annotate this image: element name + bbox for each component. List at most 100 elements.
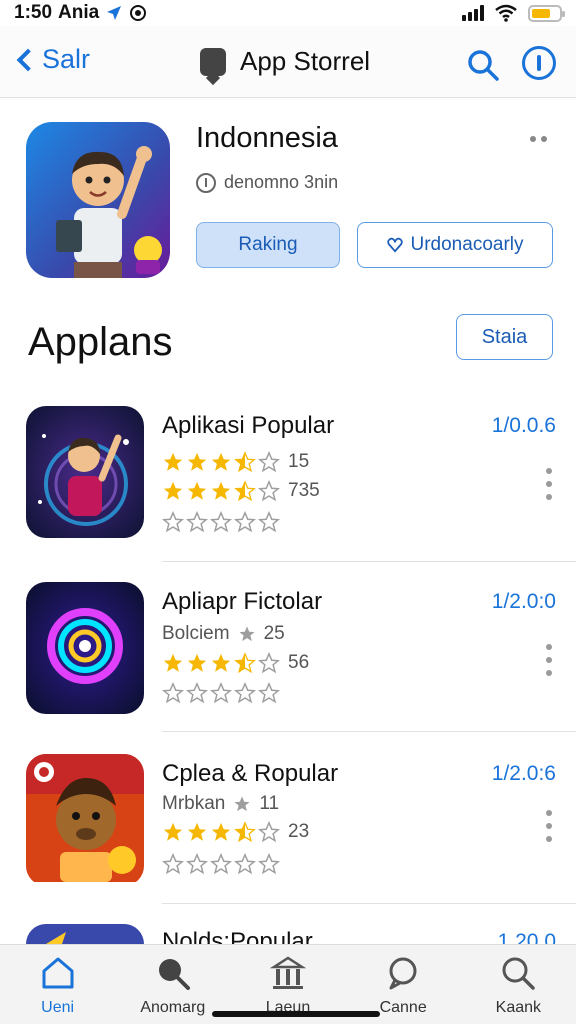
app-name: Aplikasi Popular bbox=[162, 412, 335, 439]
status-bar: 1:50 Ania bbox=[0, 0, 576, 26]
row-label: Mrbkan bbox=[162, 793, 226, 814]
featured-app-title: Indonnesia bbox=[196, 122, 338, 154]
star-icon bbox=[239, 626, 255, 642]
star-icon[interactable] bbox=[234, 511, 256, 533]
secondary-button[interactable]: Urdonacoarly bbox=[357, 222, 553, 268]
app-version: 1/0.0.6 bbox=[491, 414, 556, 437]
battery-icon bbox=[528, 4, 565, 22]
secondary-button-label: Urdonacoarly bbox=[410, 234, 524, 255]
star-icon bbox=[163, 822, 183, 841]
star-icon bbox=[234, 480, 256, 502]
star-rating[interactable] bbox=[162, 682, 280, 704]
home-indicator[interactable] bbox=[212, 1011, 380, 1017]
nav-title: App Storrel bbox=[200, 46, 370, 77]
rating-value: 25 bbox=[263, 623, 285, 644]
search-icon[interactable] bbox=[466, 48, 500, 82]
rating-row[interactable] bbox=[162, 681, 280, 705]
app-name: Apliapr Fictolar bbox=[162, 588, 323, 615]
star-icon[interactable] bbox=[258, 853, 280, 875]
star-icon bbox=[258, 821, 280, 843]
star-icon[interactable] bbox=[186, 511, 208, 533]
star-icon bbox=[163, 653, 183, 672]
star-icon[interactable] bbox=[258, 682, 280, 704]
app-name: Nolds:Popular bbox=[162, 928, 313, 944]
tab-label: Ueni bbox=[41, 999, 75, 1016]
rating-value: 735 bbox=[288, 480, 320, 501]
star-icon bbox=[187, 822, 207, 841]
star-icon bbox=[258, 480, 280, 502]
star-icon[interactable] bbox=[234, 853, 256, 875]
list-item[interactable]: Apliapr Fictolar 1/2.0:0 Bolciem 25 56 bbox=[0, 582, 576, 754]
more-vertical-icon[interactable] bbox=[546, 810, 552, 842]
star-icon bbox=[211, 452, 231, 471]
store-icon bbox=[200, 47, 226, 76]
more-vertical-icon[interactable] bbox=[546, 468, 552, 500]
rating-value: 11 bbox=[259, 793, 280, 814]
featured-subtitle-text: denomno 3nin bbox=[224, 172, 339, 192]
rating-row: Mrbkan 11 bbox=[162, 792, 279, 816]
rating-row: 23 bbox=[162, 820, 309, 844]
app-icon bbox=[26, 754, 144, 886]
star-icon[interactable] bbox=[186, 682, 208, 704]
star-icon bbox=[234, 821, 256, 843]
section-button[interactable]: Staia bbox=[456, 314, 553, 360]
star-rating bbox=[162, 451, 280, 473]
star-icon[interactable] bbox=[162, 682, 184, 704]
chevron-left-icon bbox=[16, 48, 40, 71]
star-icon[interactable] bbox=[162, 511, 184, 533]
section-title: Applans bbox=[28, 320, 173, 364]
star-rating bbox=[162, 652, 280, 674]
signal-icon bbox=[462, 5, 484, 21]
star-rating bbox=[162, 821, 280, 843]
rating-row: Bolciem 25 bbox=[162, 622, 285, 646]
star-icon bbox=[187, 481, 207, 500]
tab-label: Canne bbox=[379, 999, 427, 1016]
nav-title-text: App Storrel bbox=[240, 46, 371, 76]
star-icon bbox=[211, 481, 231, 500]
list-item[interactable]: Cplea & Ropular 1/2.0:6 Mrbkan 11 23 bbox=[0, 754, 576, 926]
more-vertical-icon[interactable] bbox=[546, 644, 552, 676]
search-icon bbox=[502, 957, 536, 990]
tab-home[interactable]: Ueni bbox=[0, 945, 115, 1024]
featured-app-icon[interactable] bbox=[26, 122, 170, 278]
info-icon[interactable] bbox=[522, 46, 556, 80]
star-icon[interactable] bbox=[210, 682, 232, 704]
star-rating[interactable] bbox=[162, 853, 280, 875]
rating-value: 15 bbox=[288, 451, 310, 472]
star-rating[interactable] bbox=[162, 511, 280, 533]
star-icon[interactable] bbox=[210, 853, 232, 875]
divider bbox=[162, 903, 576, 904]
app-version: 1.20.0 bbox=[497, 930, 556, 944]
star-icon bbox=[234, 451, 256, 473]
back-label: Salr bbox=[42, 44, 91, 74]
star-icon[interactable] bbox=[186, 853, 208, 875]
rating-row: 15 bbox=[162, 450, 309, 474]
star-icon[interactable] bbox=[258, 511, 280, 533]
list-item[interactable]: Aplikasi Popular 1/0.0.6 15 735 bbox=[0, 406, 576, 578]
star-icon[interactable] bbox=[234, 682, 256, 704]
divider bbox=[162, 561, 576, 562]
featured-app: Indonnesia denomno 3nin Raking Urdonacoa… bbox=[0, 98, 576, 298]
divider bbox=[162, 731, 576, 732]
more-options-icon[interactable] bbox=[530, 136, 547, 142]
rating-row[interactable] bbox=[162, 510, 280, 534]
ranking-button[interactable]: Raking bbox=[196, 222, 340, 268]
app-name: Cplea & Ropular bbox=[162, 760, 339, 787]
app-icon bbox=[26, 406, 144, 538]
notification-icon bbox=[130, 5, 147, 21]
list-item[interactable]: Nolds:Popular 1.20.0 bbox=[0, 924, 576, 944]
back-button[interactable]: Salr bbox=[14, 44, 90, 75]
star-icon[interactable] bbox=[210, 511, 232, 533]
location-arrow-icon bbox=[107, 6, 122, 20]
star-icon bbox=[187, 653, 207, 672]
star-icon bbox=[234, 652, 256, 674]
rating-row[interactable] bbox=[162, 852, 280, 876]
tab-search-2[interactable]: Kaank bbox=[461, 945, 576, 1024]
status-time: 1:50 bbox=[14, 2, 53, 23]
star-icon bbox=[211, 822, 231, 841]
rating-row: 735 bbox=[162, 479, 320, 503]
star-icon bbox=[163, 481, 183, 500]
star-icon bbox=[258, 652, 280, 674]
star-icon[interactable] bbox=[162, 853, 184, 875]
star-icon bbox=[187, 452, 207, 471]
